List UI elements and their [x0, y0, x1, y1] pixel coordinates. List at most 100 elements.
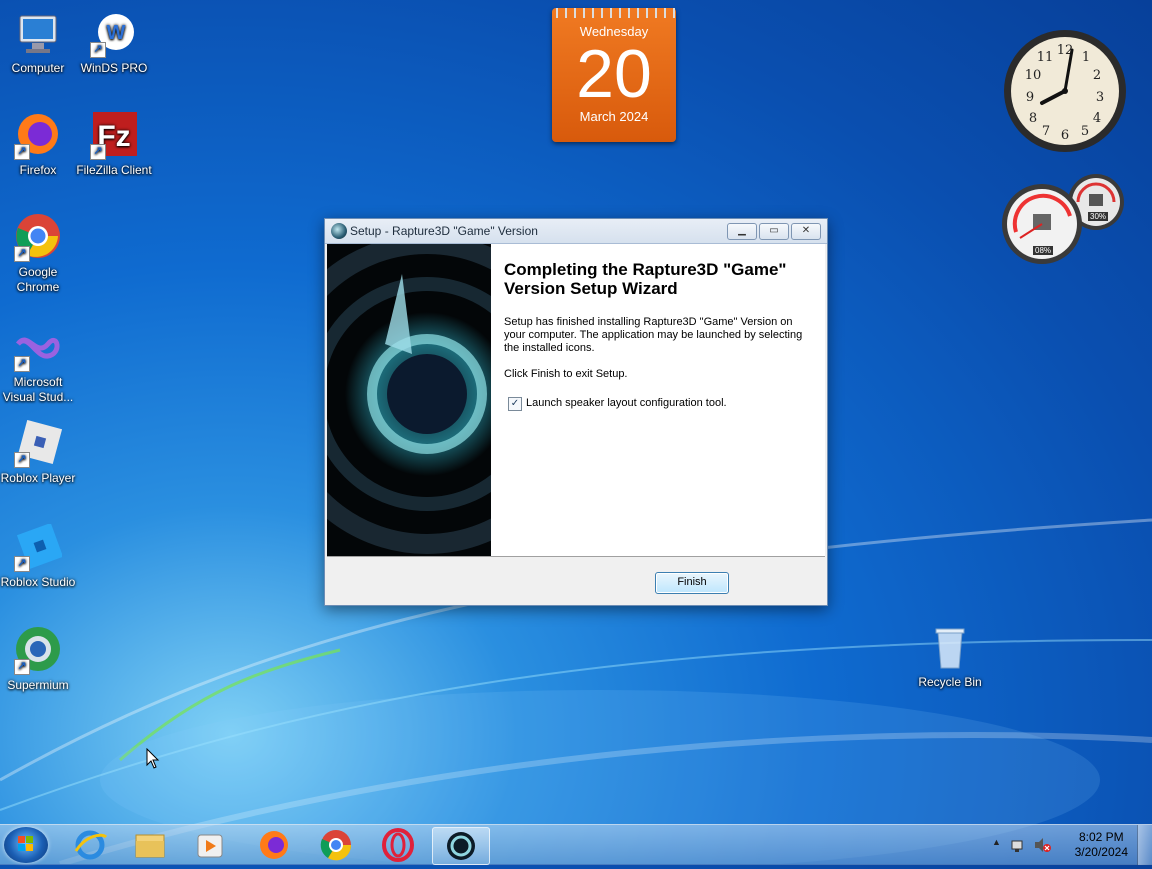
desktop-icon-winds-pro[interactable]: W ↗ WinDS PRO — [76, 10, 152, 76]
desktop-icon-filezilla[interactable]: Fz ↗ FileZilla Client — [76, 112, 152, 178]
wizard-heading: Completing the Rapture3D "Game" Version … — [504, 260, 787, 298]
winds-pro-icon: W ↗ — [90, 10, 138, 58]
visual-studio-icon: ↗ — [14, 324, 62, 372]
show-desktop-button[interactable] — [1137, 825, 1152, 865]
svg-text:2: 2 — [1093, 68, 1101, 83]
desktop-icon-label: Microsoft Visual Stud... — [2, 375, 74, 404]
computer-icon — [14, 10, 62, 58]
wizard-body-text: Setup has finished installing Rapture3D … — [504, 316, 803, 354]
wizard-exit-text: Click Finish to exit Setup. — [504, 368, 628, 380]
desktop-icon-supermium[interactable]: ↗ Supermium — [0, 627, 76, 693]
desktop-icon-roblox-player[interactable]: ↗ Roblox Player — [0, 419, 76, 486]
desktop-icon-label: Supermium — [7, 678, 69, 692]
dialog-separator — [327, 556, 825, 557]
taskbar-internet-explorer[interactable] — [62, 827, 118, 863]
desktop-icon-label: Firefox — [19, 163, 57, 177]
desktop-icon-label: Google Chrome — [16, 265, 60, 294]
recycle-bin-icon — [926, 624, 974, 672]
desktop-icon-chrome[interactable]: ↗ Google Chrome — [0, 214, 76, 295]
wizard-banner-image — [327, 244, 491, 556]
desktop-icon-firefox[interactable]: ↗ Firefox — [0, 112, 76, 178]
svg-text:10: 10 — [1025, 68, 1042, 83]
taskbar-file-explorer[interactable] — [122, 827, 178, 863]
launch-tool-checkbox-label[interactable]: Launch speaker layout configuration tool… — [526, 397, 727, 409]
shortcut-arrow-icon: ↗ — [14, 356, 30, 372]
firefox-icon: ↗ — [14, 112, 62, 160]
internet-explorer-icon — [74, 830, 108, 860]
dialog-titlebar[interactable]: Setup - Rapture3D "Game" Version ▁ ▭ ✕ — [325, 219, 827, 244]
volume-muted-icon[interactable] — [1034, 837, 1052, 853]
dialog-content: Completing the Rapture3D "Game" Version … — [327, 244, 825, 556]
rapture3d-app-icon — [331, 223, 347, 239]
svg-text:11: 11 — [1037, 50, 1054, 65]
shortcut-arrow-icon: ↗ — [14, 659, 30, 675]
show-hidden-icons-button[interactable]: ▲ — [992, 837, 1001, 847]
desktop-icon-roblox-studio[interactable]: ↗ Roblox Studio — [0, 522, 76, 590]
roblox-player-icon: ↗ — [14, 419, 63, 468]
shortcut-arrow-icon: ↗ — [14, 246, 30, 262]
svg-text:4: 4 — [1093, 111, 1101, 126]
roblox-studio-icon: ↗ — [14, 522, 64, 572]
svg-text:3: 3 — [1096, 90, 1104, 105]
svg-text:1: 1 — [1082, 50, 1090, 65]
desktop-icon-label: Roblox Player — [0, 471, 76, 485]
media-player-icon — [197, 834, 223, 858]
rapture3d-setup-icon — [447, 832, 475, 860]
taskbar-media-player[interactable] — [182, 827, 238, 863]
desktop-icon-recycle-bin[interactable]: Recycle Bin — [912, 624, 988, 690]
start-button[interactable] — [4, 827, 48, 863]
desktop-icon-label: FileZilla Client — [76, 163, 152, 177]
desktop-icon-label: Computer — [11, 61, 65, 75]
tray-date: 3/20/2024 — [1074, 845, 1128, 859]
svg-text:W: W — [107, 22, 126, 44]
cpu-meter-gadget[interactable]: 30% 08% — [1000, 172, 1130, 268]
firefox-icon — [260, 831, 288, 859]
chrome-icon — [320, 830, 352, 861]
calendar-rings — [552, 8, 676, 18]
taskbar: ▲ 8:02 PM 3/20/2024 — [0, 824, 1152, 865]
shortcut-arrow-icon: ↗ — [14, 144, 30, 160]
close-button[interactable]: ✕ — [791, 223, 821, 240]
windows-logo-icon — [18, 836, 33, 851]
system-tray: ▲ 8:02 PM 3/20/2024 — [992, 825, 1152, 865]
dialog-title: Setup - Rapture3D "Game" Version — [350, 224, 538, 238]
svg-text:9: 9 — [1026, 90, 1034, 105]
shortcut-arrow-icon: ↗ — [90, 144, 106, 160]
calendar-gadget[interactable]: Wednesday 20 March 2024 — [552, 8, 676, 142]
supermium-icon: ↗ — [14, 627, 62, 675]
network-icon[interactable] — [1010, 837, 1026, 853]
memory-percent: 30% — [1088, 212, 1109, 221]
shortcut-arrow-icon: ↗ — [90, 42, 106, 58]
cpu-percent: 08% — [1033, 246, 1054, 255]
desktop-icon-computer[interactable]: Computer — [0, 10, 76, 76]
taskbar-opera[interactable] — [370, 827, 426, 863]
desktop-icon-label: WinDS PRO — [80, 61, 148, 75]
clock-readout[interactable]: 8:02 PM 3/20/2024 — [1075, 830, 1128, 860]
opera-icon — [382, 828, 414, 862]
shortcut-arrow-icon: ↗ — [14, 556, 30, 572]
file-explorer-icon — [135, 834, 165, 858]
desktop-icon-label: Recycle Bin — [918, 675, 982, 689]
desktop-icon-visual-studio[interactable]: ↗ Microsoft Visual Stud... — [0, 324, 76, 405]
taskbar-firefox[interactable] — [246, 827, 302, 863]
desktop-icon-label: Roblox Studio — [0, 575, 76, 589]
svg-text:6: 6 — [1061, 128, 1069, 143]
svg-text:8: 8 — [1029, 111, 1037, 126]
launch-tool-checkbox[interactable]: ✓ — [508, 397, 522, 411]
shortcut-arrow-icon: ↗ — [14, 452, 30, 468]
calendar-month-year: March 2024 — [579, 109, 649, 124]
calendar-day: 20 — [576, 36, 652, 112]
mouse-cursor-icon — [146, 748, 160, 769]
finish-button[interactable]: Finish — [655, 572, 729, 594]
taskbar-chrome[interactable] — [308, 827, 364, 863]
clock-gadget[interactable]: 12 3 6 9 1245 7 8 10 11 — [1002, 28, 1128, 154]
tray-time: 8:02 PM — [1078, 830, 1124, 844]
taskbar-rapture3d-setup[interactable] — [432, 827, 490, 865]
setup-dialog[interactable]: Setup - Rapture3D "Game" Version ▁ ▭ ✕ C… — [324, 218, 828, 606]
maximize-button[interactable]: ▭ — [759, 223, 789, 240]
filezilla-icon: Fz ↗ — [90, 112, 138, 160]
svg-text:7: 7 — [1042, 124, 1050, 139]
chrome-icon: ↗ — [14, 214, 62, 262]
svg-text:5: 5 — [1081, 124, 1089, 139]
minimize-button[interactable]: ▁ — [727, 223, 757, 240]
